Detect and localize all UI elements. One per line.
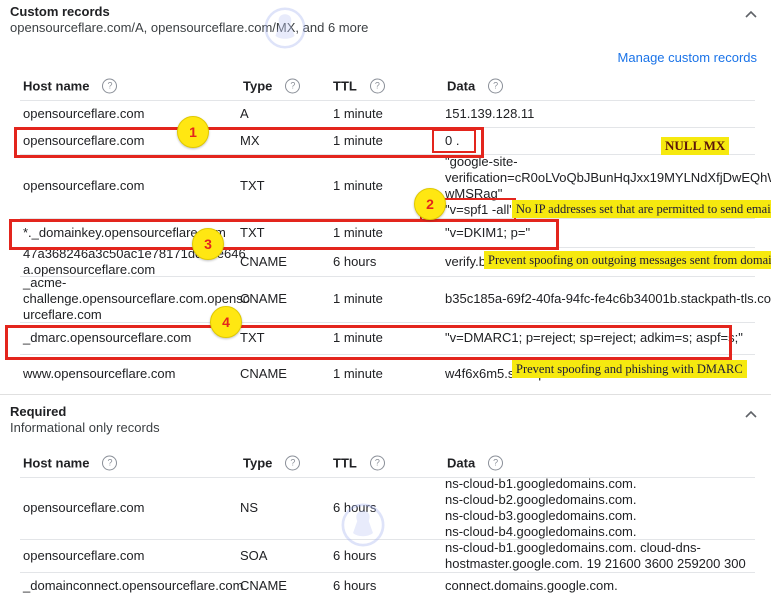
ttl-cell: 1 minute bbox=[333, 330, 383, 346]
ttl-cell: 1 minute bbox=[333, 133, 383, 149]
column-data: Data bbox=[447, 455, 475, 470]
data-cell: verify.b bbox=[445, 254, 486, 270]
help-icon[interactable]: ? bbox=[285, 79, 300, 94]
help-icon[interactable]: ? bbox=[102, 79, 117, 94]
type-cell: CNAME bbox=[240, 578, 287, 594]
data-cell: b35c185a-69f2-40fa-94fc-fe4c6b34001b.sta… bbox=[445, 291, 771, 307]
help-icon[interactable]: ? bbox=[488, 79, 503, 94]
ttl-cell: 1 minute bbox=[333, 291, 383, 307]
help-icon[interactable]: ? bbox=[370, 79, 385, 94]
ttl-cell: 1 minute bbox=[333, 106, 383, 122]
annotation-badge-4: 4 bbox=[210, 306, 242, 338]
type-cell: TXT bbox=[240, 330, 265, 346]
manage-custom-records-link[interactable]: Manage custom records bbox=[618, 50, 757, 65]
table-header: Host name? Type? TTL? Data? bbox=[20, 448, 755, 478]
help-icon[interactable]: ? bbox=[370, 455, 385, 470]
ttl-cell: 1 minute bbox=[333, 225, 383, 241]
type-cell: CNAME bbox=[240, 366, 287, 382]
help-icon[interactable]: ? bbox=[285, 455, 300, 470]
type-cell: CNAME bbox=[240, 291, 287, 307]
help-icon[interactable]: ? bbox=[102, 455, 117, 470]
table-row: opensourceflare.com A 1 minute 151.139.1… bbox=[20, 101, 755, 128]
table-row: _acme- challenge.opensourceflare.com.ope… bbox=[20, 276, 755, 323]
annotation-badge-3: 3 bbox=[192, 228, 224, 260]
host-cell: opensourceflare.com bbox=[23, 178, 144, 194]
chevron-up-icon[interactable] bbox=[743, 407, 759, 423]
table-header: Host name? Type? TTL? Data? bbox=[20, 72, 755, 101]
table-row: _dmarc.opensourceflare.com TXT 1 minute … bbox=[20, 322, 755, 355]
annotation-highlight-null-mx: NULL MX bbox=[661, 137, 729, 155]
column-ttl: TTL bbox=[333, 79, 357, 94]
data-cell: ns-cloud-b1.googledomains.com. ns-cloud-… bbox=[445, 476, 637, 540]
type-cell: NS bbox=[240, 500, 258, 516]
type-cell: TXT bbox=[240, 225, 265, 241]
host-cell: opensourceflare.com bbox=[23, 133, 144, 149]
host-cell: opensourceflare.com bbox=[23, 500, 144, 516]
annotation-badge-1: 1 bbox=[177, 116, 209, 148]
required-title: Required bbox=[10, 404, 66, 419]
required-subtitle: Informational only records bbox=[10, 420, 160, 435]
annotation-highlight-spf: No IP addresses set that are permitted t… bbox=[512, 200, 771, 218]
annotation-highlight-dkim: Prevent spoofing on outgoing messages se… bbox=[484, 251, 771, 269]
type-cell: CNAME bbox=[240, 254, 287, 270]
type-cell: TXT bbox=[240, 178, 265, 194]
annotation-highlight-dmarc: Prevent spoofing and phishing with DMARC bbox=[512, 360, 747, 378]
type-cell: A bbox=[240, 106, 249, 122]
ttl-cell: 1 minute bbox=[333, 178, 383, 194]
annotation-badge-2: 2 bbox=[414, 188, 446, 220]
ttl-cell: 6 hours bbox=[333, 500, 376, 516]
data-cell: 0 . bbox=[445, 133, 459, 149]
table-row: *._domainkey.opensourceflare.com TXT 1 m… bbox=[20, 218, 755, 248]
host-cell: _dmarc.opensourceflare.com bbox=[23, 330, 191, 346]
column-type: Type bbox=[243, 79, 272, 94]
type-cell: SOA bbox=[240, 548, 267, 564]
column-data: Data bbox=[447, 79, 475, 94]
data-cell: connect.domains.google.com. bbox=[445, 578, 618, 594]
table-row: opensourceflare.com SOA 6 hours ns-cloud… bbox=[20, 539, 755, 573]
data-cell: 151.139.128.11 bbox=[445, 106, 534, 122]
ttl-cell: 6 hours bbox=[333, 578, 376, 594]
column-host-name: Host name bbox=[23, 455, 89, 470]
host-cell: opensourceflare.com bbox=[23, 106, 144, 122]
ttl-cell: 1 minute bbox=[333, 366, 383, 382]
column-ttl: TTL bbox=[333, 455, 357, 470]
host-cell: _domainconnect.opensourceflare.com bbox=[23, 578, 243, 594]
section-divider bbox=[0, 394, 771, 395]
dns-records-page: Custom records opensourceflare.com/A, op… bbox=[0, 0, 771, 600]
type-cell: MX bbox=[240, 133, 260, 149]
data-cell: "v=DMARC1; p=reject; sp=reject; adkim=s;… bbox=[445, 330, 743, 346]
chevron-up-icon[interactable] bbox=[743, 7, 759, 23]
custom-records-subtitle: opensourceflare.com/A, opensourceflare.c… bbox=[10, 20, 368, 35]
column-host-name: Host name bbox=[23, 79, 89, 94]
custom-records-title: Custom records bbox=[10, 4, 110, 19]
table-row: opensourceflare.com MX 1 minute 0 . bbox=[20, 127, 755, 155]
data-cell: "v=DKIM1; p=" bbox=[445, 225, 530, 241]
ttl-cell: 6 hours bbox=[333, 548, 376, 564]
ttl-cell: 6 hours bbox=[333, 254, 376, 270]
data-cell: ns-cloud-b1.googledomains.com. cloud-dns… bbox=[445, 540, 746, 572]
table-row: opensourceflare.com NS 6 hours ns-cloud-… bbox=[20, 477, 755, 540]
host-cell: www.opensourceflare.com bbox=[23, 366, 175, 382]
host-cell: opensourceflare.com bbox=[23, 548, 144, 564]
help-icon[interactable]: ? bbox=[488, 455, 503, 470]
table-row: _domainconnect.opensourceflare.com CNAME… bbox=[20, 572, 755, 600]
column-type: Type bbox=[243, 455, 272, 470]
